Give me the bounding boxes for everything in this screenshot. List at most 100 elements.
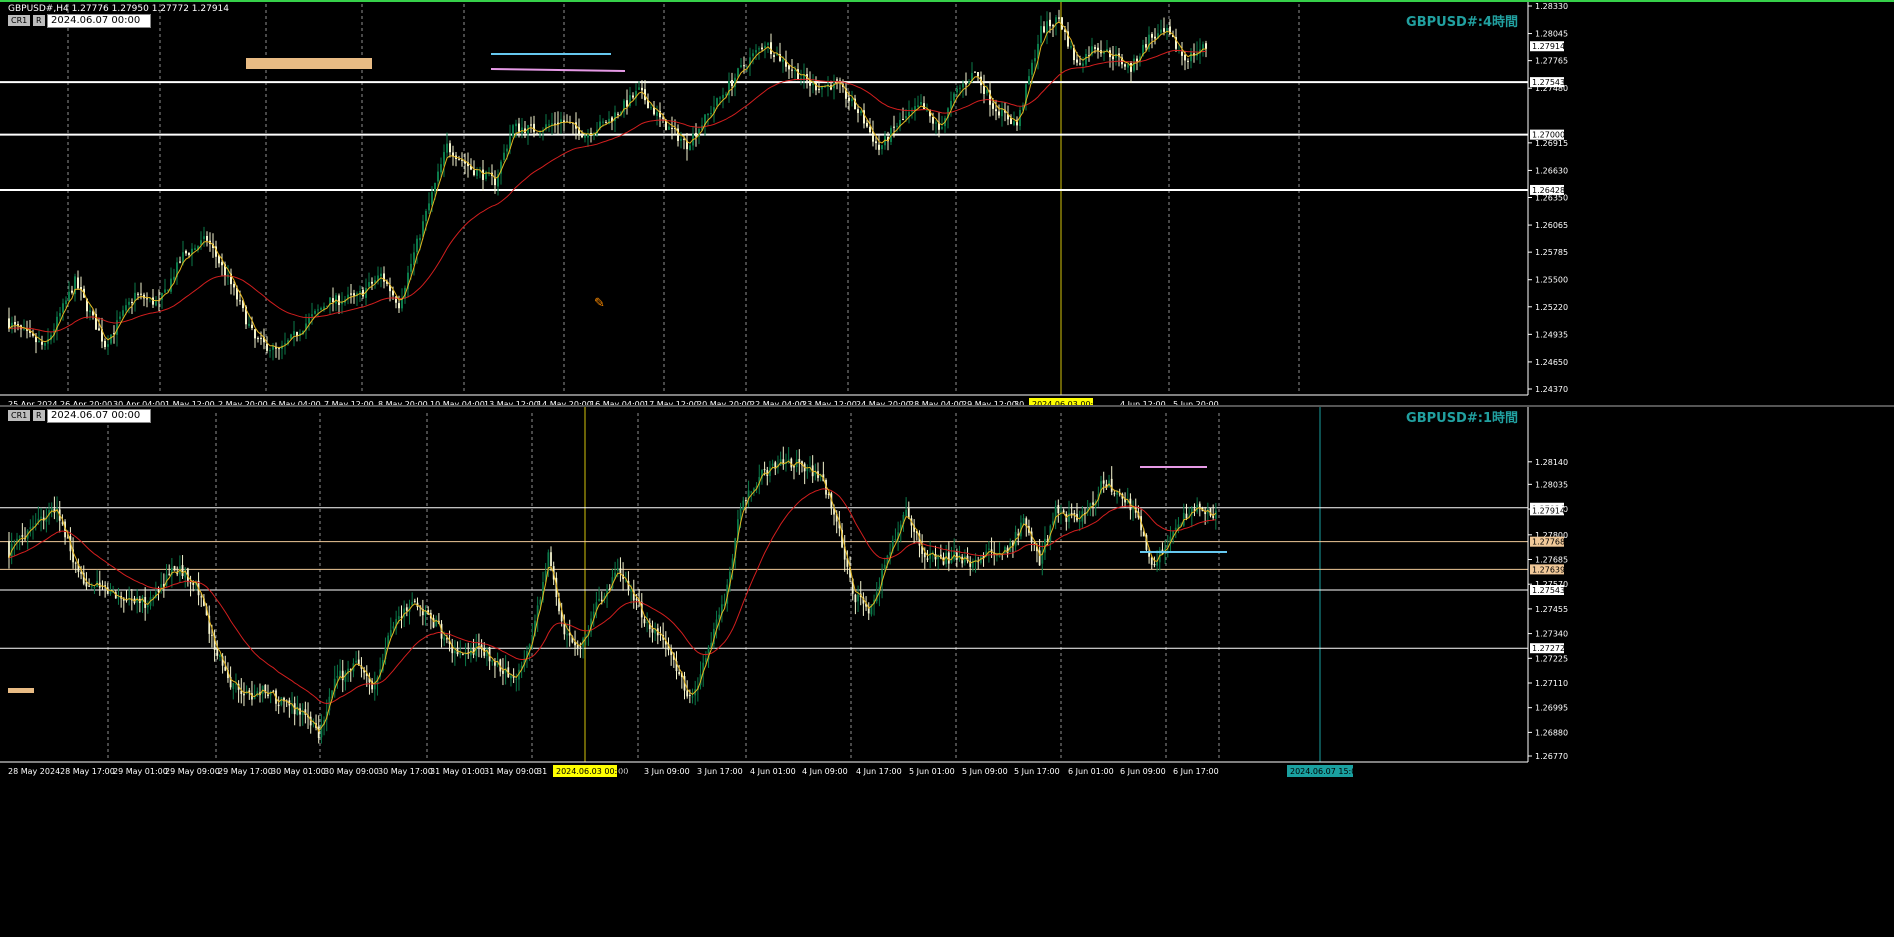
time-axis-label: 6 Jun 09:00: [1120, 767, 1166, 776]
h1-candlestick-chart[interactable]: 1.281401.280351.279201.278001.276851.275…: [0, 407, 1894, 937]
price-level-label: 1.27914: [1532, 506, 1565, 515]
candle-body: [1062, 510, 1065, 513]
price-level-label: 1.27768: [1532, 538, 1565, 547]
candle-body: [453, 650, 456, 654]
candle-body: [764, 45, 766, 49]
candle-body: [955, 552, 958, 560]
rectangle-object: [8, 688, 34, 693]
candle-body: [965, 82, 967, 85]
candle-body: [1116, 491, 1118, 495]
h4-date-input[interactable]: 2024.06.07 00:00: [47, 14, 151, 28]
candle-body: [482, 169, 484, 180]
price-axis-label: 1.27225: [1535, 654, 1568, 663]
candle-body: [1060, 511, 1062, 513]
candle-body: [216, 648, 219, 656]
cr1-badge[interactable]: CR1: [8, 15, 31, 26]
candle-body: [1113, 493, 1116, 495]
cr1-badge[interactable]: CR1: [8, 410, 31, 421]
candle-body: [476, 169, 478, 176]
price-level-label: 1.27639: [1532, 565, 1565, 574]
candle-body: [626, 100, 628, 107]
candle-body: [14, 322, 16, 325]
price-axis-label: 1.28330: [1535, 2, 1568, 11]
candle-body: [710, 113, 712, 115]
candle-body: [902, 119, 904, 121]
h4-candlestick-chart[interactable]: ✎1.283301.280451.277651.274801.269151.26…: [0, 2, 1894, 405]
candle-body: [395, 296, 397, 303]
candle-body: [1174, 527, 1177, 531]
candle-body: [1190, 52, 1192, 62]
candle-body: [722, 94, 724, 99]
time-axis-label: 6 Jun 17:00: [1173, 767, 1219, 776]
candle-body: [512, 125, 514, 137]
candle-body: [1058, 17, 1060, 19]
candle-body: [137, 293, 139, 295]
candle-body: [21, 535, 24, 537]
candle-body: [353, 293, 355, 296]
candle-body: [428, 203, 430, 211]
candle-body: [29, 527, 32, 530]
h4-chart-pane[interactable]: ✎ 1.28330 1.28045 1.27765 1.27480 1.26915 1.26…: [0, 0, 1894, 405]
price-axis-label: 1.28045: [1535, 30, 1568, 39]
time-axis-label: 30 May 17:00: [378, 767, 433, 776]
candle-body: [1132, 508, 1134, 510]
fast-moving-average-line: [8, 460, 1217, 733]
price-axis-label: 1.25785: [1535, 248, 1568, 257]
future-date-label: 2024.06.07 15:00: [1290, 767, 1361, 776]
time-axis-label: 6 Jun 01:00: [1068, 767, 1114, 776]
candle-body: [857, 594, 859, 602]
candle-body: [719, 97, 721, 99]
candle-body: [617, 113, 619, 115]
candle-body: [518, 123, 520, 132]
r-badge[interactable]: R: [33, 410, 45, 421]
candle-body: [445, 638, 448, 640]
candle-body: [896, 125, 898, 127]
candle-body: [515, 123, 517, 127]
candle-body: [750, 491, 753, 493]
candle-body: [763, 469, 766, 471]
candle-body: [914, 106, 916, 111]
candle-body: [963, 555, 966, 563]
time-axis-label: 4 Jun 09:00: [802, 767, 848, 776]
candle-body: [416, 238, 418, 253]
candle-body: [707, 113, 709, 116]
candle-body: [40, 516, 42, 519]
candle-body: [987, 548, 990, 551]
candle-body: [440, 164, 442, 173]
h1-date-input[interactable]: 2024.06.07 00:00: [47, 409, 151, 423]
price-level-label: 1.27272: [1532, 644, 1565, 653]
candle-body: [397, 616, 400, 620]
candle-body: [770, 42, 772, 55]
candle-body: [1181, 51, 1183, 56]
candle-body: [443, 637, 446, 641]
candle-body: [248, 323, 250, 326]
candle-body: [680, 138, 682, 141]
candle-body: [1124, 64, 1126, 67]
candle-body: [23, 328, 25, 330]
candle-body: [170, 278, 172, 292]
candle-body: [1184, 54, 1186, 61]
candle-body: [740, 65, 742, 68]
candle-body: [89, 310, 91, 313]
candle-body: [894, 538, 897, 540]
r-badge[interactable]: R: [33, 15, 45, 26]
candle-body: [643, 619, 646, 624]
candle-body: [473, 170, 475, 176]
candle-body: [200, 596, 203, 598]
price-axis-label: 1.26065: [1535, 221, 1568, 230]
candle-body: [866, 122, 868, 127]
candle-body: [860, 111, 862, 113]
h1-chart-pane[interactable]: 1.281401.280351.279201.278001.276851.275…: [0, 405, 1894, 937]
candle-body: [104, 340, 106, 347]
price-level-label: 1.27543: [1532, 586, 1565, 595]
candle-body: [502, 670, 504, 674]
candle-body: [13, 541, 16, 543]
candle-body: [1028, 76, 1030, 85]
price-axis-label: 1.28035: [1535, 480, 1568, 489]
cursor-date-label: 2024.06.03 00:00: [556, 767, 627, 776]
candle-body: [641, 87, 643, 91]
candle-body: [355, 660, 357, 663]
candle-body: [579, 646, 582, 648]
candle-body: [338, 295, 340, 305]
candle-body: [619, 568, 622, 574]
